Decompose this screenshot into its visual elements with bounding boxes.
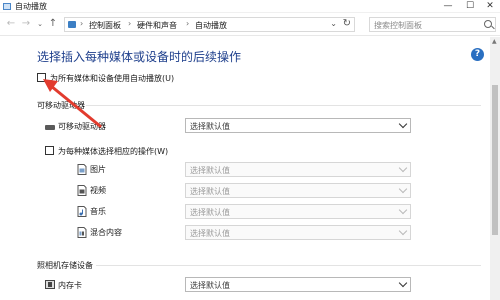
search-icon <box>484 20 492 28</box>
help-icon[interactable]: ? <box>471 48 484 61</box>
chevron-down-icon <box>398 163 408 173</box>
refresh-icon[interactable]: ↻ <box>343 18 351 29</box>
dropdown-value: 选择默认值 <box>190 229 230 238</box>
search-box[interactable]: 搜索控制面板 <box>369 17 496 32</box>
scrollbar-thumb[interactable] <box>492 85 498 235</box>
title-bar: 自动播放 — ☐ ✕ <box>0 0 500 13</box>
removable-drive-icon <box>45 125 55 130</box>
music-icon <box>77 206 87 217</box>
camera-section-title: 照相机存储设备 <box>37 261 93 270</box>
minimize-button[interactable]: — <box>440 0 456 13</box>
memory-card-label: 内存卡 <box>58 281 82 290</box>
maximize-button[interactable]: ☐ <box>462 0 478 13</box>
removable-section-title: 可移动驱动器 <box>37 101 85 110</box>
media-row-label-mixed: 混合内容 <box>90 228 122 237</box>
address-bar[interactable]: › 控制面板 › 硬件和声音 › 自动播放 ⌄ ↻ <box>64 17 355 32</box>
memory-card-icon <box>45 280 55 289</box>
up-button[interactable]: ↑ <box>47 18 59 31</box>
mixed-content-icon <box>77 227 87 238</box>
choose-each-media-label[interactable]: 为每种媒体选择相应的操作(W) <box>58 146 168 157</box>
dropdown-value: 选择默认值 <box>190 122 230 131</box>
breadcrumb-autoplay[interactable]: 自动播放 <box>195 20 227 31</box>
dropdown-value: 选择默认值 <box>190 187 230 196</box>
back-button[interactable]: ← <box>5 18 17 31</box>
media-row-label-music: 音乐 <box>90 207 106 216</box>
control-panel-icon <box>68 21 76 28</box>
address-dropdown-icon[interactable]: ⌄ <box>330 19 337 28</box>
mixed-content-dropdown[interactable]: 选择默认值 <box>185 225 411 240</box>
chevron-down-icon <box>398 205 408 215</box>
section-divider <box>96 265 481 266</box>
breadcrumb-control-panel[interactable]: 控制面板 <box>89 20 121 31</box>
autoplay-app-icon <box>3 3 11 10</box>
address-row: ← → ⌄ ↑ › 控制面板 › 硬件和声音 › 自动播放 ⌄ ↻ 搜索控制面板 <box>0 14 500 36</box>
dropdown-value: 选择默认值 <box>190 208 230 217</box>
choose-each-media-checkbox[interactable] <box>45 146 54 155</box>
dropdown-value: 选择默认值 <box>190 281 230 290</box>
recent-locations-dropdown[interactable]: ⌄ <box>34 18 46 31</box>
breadcrumb-separator: › <box>186 19 190 28</box>
picture-dropdown[interactable]: 选择默认值 <box>185 162 411 177</box>
memory-card-dropdown[interactable]: 选择默认值 <box>185 277 411 292</box>
forward-button[interactable]: → <box>20 18 32 31</box>
page-heading: 选择插入每种媒体或设备时的后续操作 <box>37 50 242 64</box>
scroll-up-icon[interactable]: ▲ <box>492 38 497 45</box>
removable-drive-dropdown[interactable]: 选择默认值 <box>185 118 411 133</box>
breadcrumb-separator: › <box>128 19 132 28</box>
chevron-down-icon <box>398 119 408 129</box>
picture-icon <box>77 164 87 175</box>
chevron-down-icon <box>398 278 408 288</box>
chevron-down-icon <box>398 184 408 194</box>
media-row-label-video: 视频 <box>90 186 106 195</box>
section-divider <box>86 105 481 106</box>
window-title: 自动播放 <box>15 2 47 11</box>
video-dropdown[interactable]: 选择默认值 <box>185 183 411 198</box>
breadcrumb-hardware-sound[interactable]: 硬件和声音 <box>137 20 177 31</box>
vertical-scrollbar[interactable]: ▲ <box>490 37 500 300</box>
use-autoplay-all-checkbox[interactable] <box>37 73 46 82</box>
removable-drive-label: 可移动驱动器 <box>58 122 106 131</box>
media-row-label-picture: 图片 <box>90 165 106 174</box>
search-input[interactable]: 搜索控制面板 <box>374 20 422 31</box>
use-autoplay-all-label[interactable]: 为所有媒体和设备使用自动播放(U) <box>50 73 174 84</box>
video-icon <box>77 185 87 196</box>
dropdown-value: 选择默认值 <box>190 166 230 175</box>
music-dropdown[interactable]: 选择默认值 <box>185 204 411 219</box>
chevron-down-icon <box>398 226 408 236</box>
breadcrumb-separator: › <box>80 19 84 28</box>
close-button[interactable]: ✕ <box>482 0 498 13</box>
